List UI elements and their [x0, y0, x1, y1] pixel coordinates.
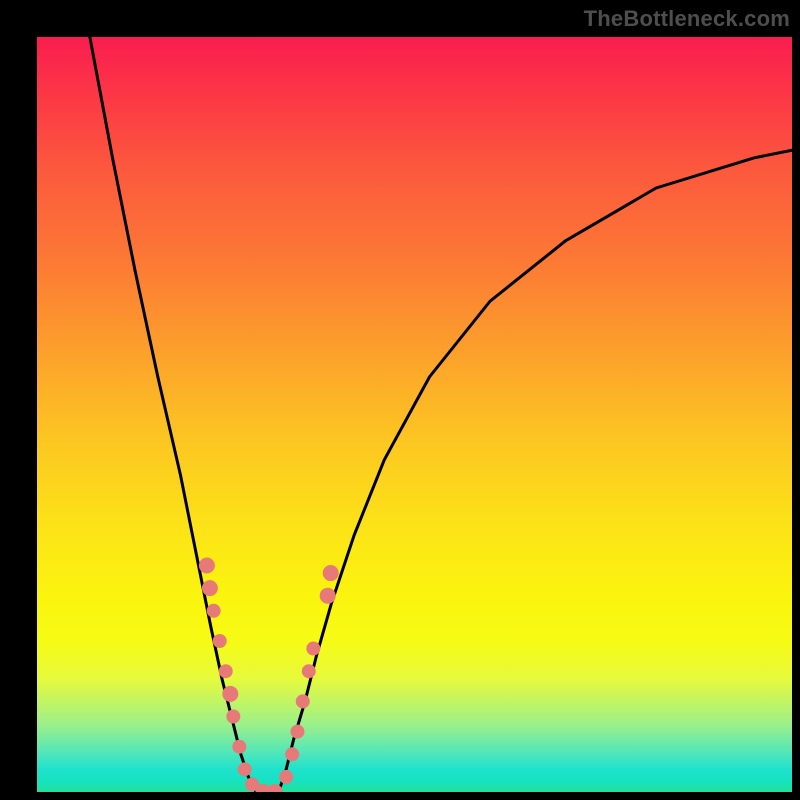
marker-group [199, 558, 339, 793]
marker-point [323, 565, 339, 581]
marker-point [219, 664, 233, 678]
marker-point [290, 725, 304, 739]
marker-point [306, 642, 320, 656]
marker-point [202, 580, 218, 596]
chart-svg [37, 37, 792, 792]
marker-point [285, 747, 299, 761]
marker-point [320, 588, 336, 604]
bottleneck-curve [90, 37, 792, 792]
marker-point [279, 770, 293, 784]
marker-point [238, 762, 252, 776]
marker-point [226, 710, 240, 724]
marker-point [213, 634, 227, 648]
chart-frame: TheBottleneck.com [0, 0, 800, 800]
marker-point [232, 740, 246, 754]
marker-point [199, 558, 215, 574]
marker-point [207, 604, 221, 618]
marker-point [296, 694, 310, 708]
watermark-text: TheBottleneck.com [584, 6, 790, 32]
marker-point [222, 686, 238, 702]
marker-point [302, 664, 316, 678]
plot-area [37, 37, 792, 792]
